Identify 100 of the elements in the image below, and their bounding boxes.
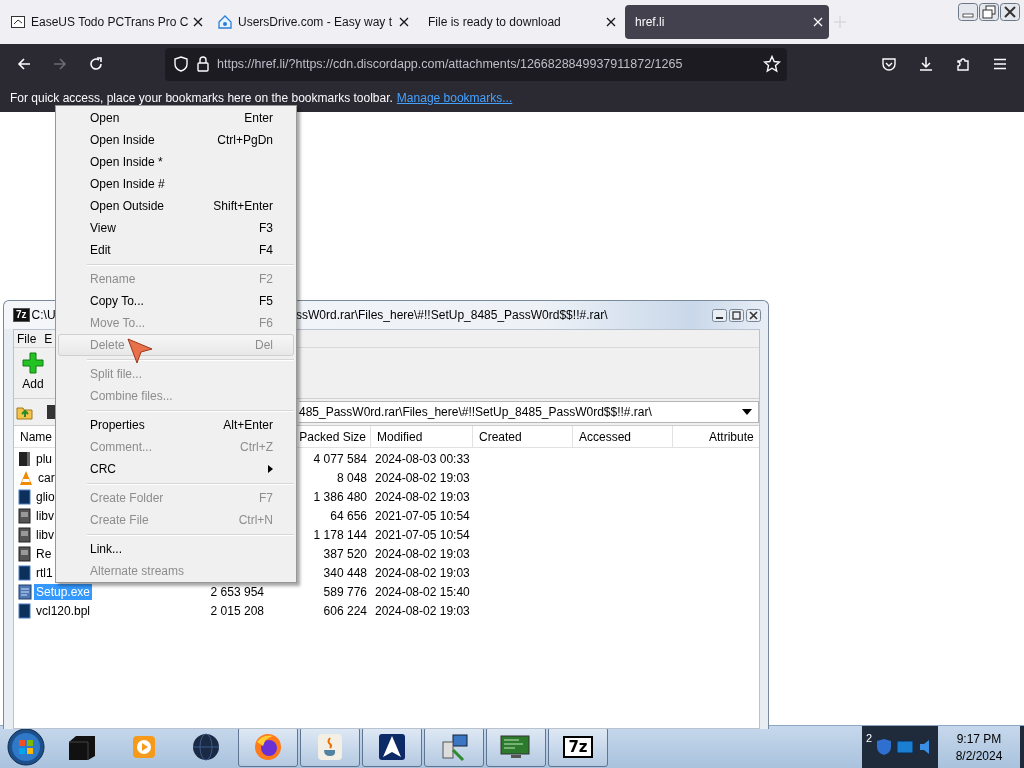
packed-size: 64 656 [330, 508, 367, 523]
menu-bar-item[interactable]: File [17, 331, 37, 346]
file-icon [18, 564, 32, 581]
bookmarks-hint: For quick access, place your bookmarks here on the bookmarks toolbar. [10, 91, 393, 105]
app-logo: 7z [13, 308, 30, 322]
shield-icon [173, 56, 189, 72]
packed-size: 387 520 [323, 546, 367, 561]
manage-bookmarks-link[interactable]: Manage bookmarks... [396, 91, 513, 105]
close-icon[interactable] [193, 17, 204, 27]
add-button[interactable]: Add [20, 348, 46, 391]
pocket-icon [881, 56, 897, 72]
column-header[interactable]: Created [479, 429, 522, 444]
start-orb-icon[interactable] [6, 727, 46, 767]
pointer-icon [126, 337, 154, 365]
menu-icon [992, 56, 1008, 72]
monitor-icon[interactable] [499, 733, 533, 761]
file-name[interactable]: car [36, 469, 57, 486]
menu-item[interactable]: Properties Alt+Enter [58, 414, 294, 436]
play-icon [131, 734, 157, 760]
clock-time: 9:17 PM [956, 731, 1002, 746]
back-arrow-icon [16, 56, 32, 72]
restore-icon[interactable] [979, 3, 999, 21]
modified-date: 2024-08-03 00:33 [375, 451, 470, 466]
address-field[interactable]: https://href.li/?https://cdn.discordapp.com/attachments/1266828849937911872/1265 [165, 47, 787, 81]
cone-icon [18, 469, 34, 486]
close-icon[interactable] [399, 17, 409, 27]
column-header[interactable]: Attribute [709, 429, 754, 444]
reload-icon [88, 56, 104, 72]
file-name[interactable]: vcl120.bpl [34, 602, 93, 619]
menu-item[interactable]: Open Outside Shift+Enter [58, 195, 294, 217]
packed-size: 4 077 584 [313, 451, 367, 466]
modified-date: 2024-08-02 19:03 [375, 546, 470, 561]
menu-item[interactable]: Edit F4 [58, 239, 294, 261]
taskbar-button[interactable]: 7z [548, 727, 608, 767]
column-header[interactable]: Name [20, 429, 52, 444]
minimize-icon[interactable] [712, 308, 727, 322]
screen-icon[interactable] [896, 740, 914, 754]
file-name[interactable]: plu [34, 450, 54, 467]
packed-size: 1 178 144 [313, 527, 367, 542]
modified-date: 2024-08-02 19:03 [375, 489, 470, 504]
file-size: 2 015 208 [210, 603, 264, 618]
shield-icon[interactable] [876, 738, 892, 756]
browser-tab[interactable]: EaseUS Todo PCTrans Pro C [4, 5, 208, 39]
drive-icon[interactable] [46, 404, 56, 420]
network-setup-icon[interactable] [439, 732, 469, 762]
column-header[interactable]: Accessed [579, 429, 632, 444]
window-title: C:\U [31, 308, 56, 322]
column-header[interactable]: Packed Size [299, 429, 366, 444]
file-name[interactable]: Re [34, 545, 54, 562]
packed-size: 606 224 [323, 603, 367, 618]
file-icon [18, 583, 32, 600]
firefox-icon[interactable] [253, 732, 283, 762]
arrowhead-icon[interactable] [377, 732, 407, 762]
file-name[interactable]: libv [34, 526, 56, 543]
browser-tab[interactable]: UsersDrive.com - Easy way t [211, 5, 415, 39]
file-name[interactable]: glio [34, 488, 57, 505]
browser-tab[interactable]: href.li [625, 5, 829, 39]
modified-date: 2024-08-02 15:40 [375, 584, 470, 599]
java-icon[interactable] [315, 732, 345, 762]
packed-size: 8 048 [336, 470, 367, 485]
file-name[interactable]: rtl1 [34, 564, 55, 581]
close-icon[interactable] [606, 17, 616, 27]
modified-date: 2021-07-05 10:54 [375, 527, 470, 542]
house-icon [217, 14, 233, 30]
path-field[interactable]: 485_PassW0rd.rar\Files_here\#!!SetUp_8485_PassW0rd$$!!#.rar\ [299, 401, 759, 423]
window-title: ssW0rd.rar\Files_here\#!!SetUp_8485_PassW0rd$$!!#.rar\ [296, 308, 609, 322]
modified-date: 2024-08-02 19:03 [375, 470, 470, 485]
file-icon [18, 526, 32, 543]
menu-item[interactable]: Open Enter [58, 107, 294, 129]
maximize-icon[interactable] [729, 308, 744, 322]
close-icon[interactable] [1000, 3, 1020, 21]
globe-icon [191, 732, 221, 762]
menu-item[interactable]: Copy To... F5 [58, 290, 294, 312]
modified-date: 2021-07-05 10:54 [375, 508, 470, 523]
file-icon [18, 602, 32, 619]
menu-item[interactable]: Open Inside # [58, 173, 294, 195]
menu-item[interactable]: View F3 [58, 217, 294, 239]
dropdown-caret-icon[interactable] [742, 409, 752, 415]
menu-item[interactable]: Link... [58, 538, 294, 560]
download-icon [918, 56, 934, 72]
file-icon [18, 545, 32, 562]
bookmark-star-icon[interactable] [763, 55, 781, 73]
packed-size: 1 386 480 [313, 489, 367, 504]
puzzle-icon [955, 56, 971, 72]
plus-icon [22, 352, 44, 374]
lock-icon [196, 56, 210, 72]
modified-date: 2024-08-02 19:03 [375, 565, 470, 580]
tray-count: 2 [865, 732, 872, 744]
menu-item[interactable]: Open Inside * [58, 151, 294, 173]
folder-up-icon[interactable] [16, 404, 34, 420]
menu-item[interactable]: Open Inside Ctrl+PgDn [58, 129, 294, 151]
packed-size: 340 448 [323, 565, 367, 580]
menu-item[interactable]: CRC [58, 458, 294, 480]
forward-arrow-icon [52, 56, 68, 72]
browser-tab[interactable]: File is ready to download [418, 5, 622, 39]
file-name[interactable]: libv [34, 507, 56, 524]
document-icon [10, 14, 26, 30]
close-icon[interactable] [746, 308, 761, 322]
column-header[interactable]: Modified [377, 429, 423, 444]
menu-bar-item[interactable]: E [44, 331, 53, 346]
